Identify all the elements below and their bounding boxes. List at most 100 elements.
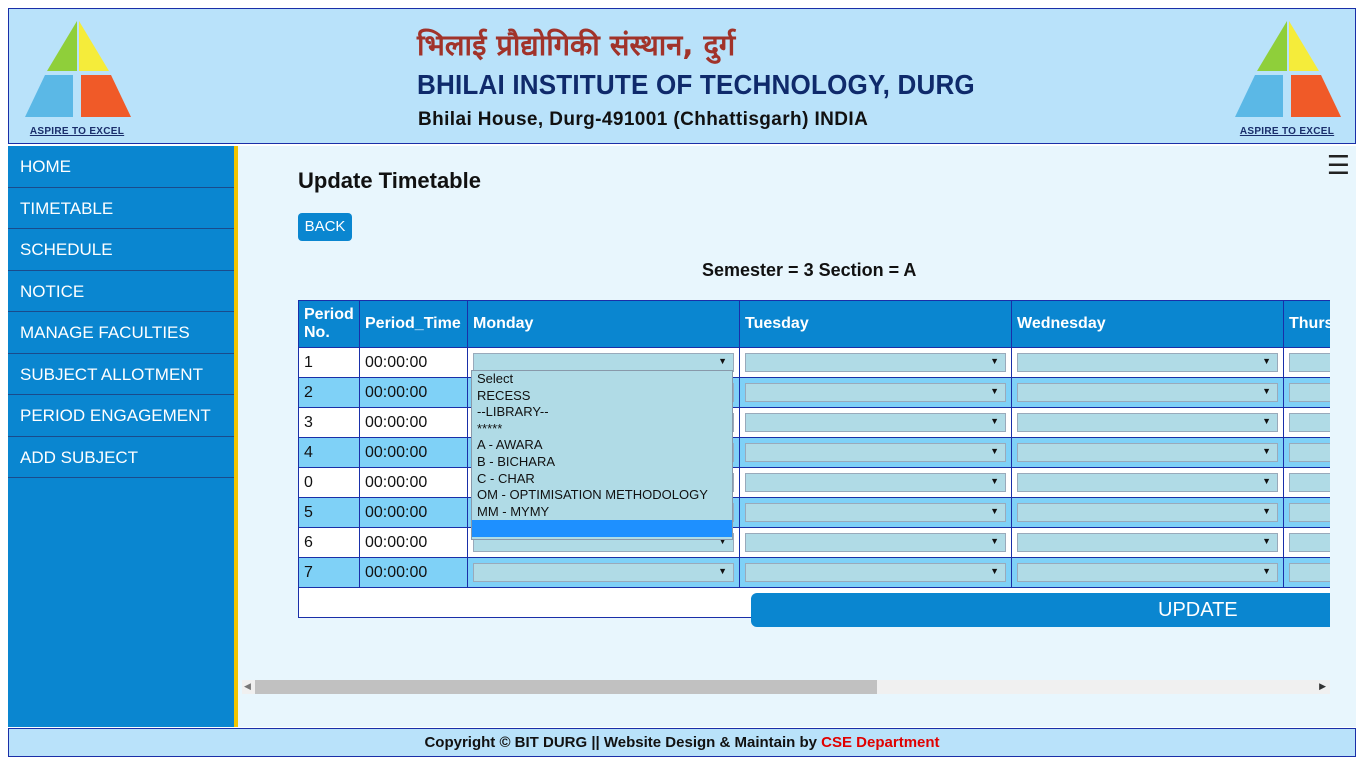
tuesday-subject-select[interactable]: ▼: [745, 473, 1006, 492]
period-no-cell: 4: [298, 437, 360, 468]
sidebar-item-manage-faculties[interactable]: MANAGE FACULTIES: [8, 312, 234, 354]
horizontal-scrollbar[interactable]: ◀ ▶: [242, 680, 1330, 694]
wednesday-cell: ▼: [1011, 437, 1284, 468]
subject-dropdown-list[interactable]: Select RECESS --LIBRARY-- ***** A - AWARA B -…: [471, 370, 733, 540]
chevron-down-icon: ▼: [718, 566, 727, 576]
tuesday-cell: ▼: [739, 437, 1012, 468]
table-row: 200:00:00▼▼▼▼: [298, 377, 1330, 408]
thursday-cell: ▼: [1283, 557, 1330, 588]
thursday-subject-select[interactable]: ▼: [1289, 353, 1330, 372]
dropdown-option[interactable]: C - CHAR: [472, 471, 732, 488]
sidebar-item-schedule[interactable]: SCHEDULE: [8, 229, 234, 271]
chevron-down-icon: ▼: [990, 506, 999, 516]
thursday-subject-select[interactable]: ▼: [1289, 563, 1330, 582]
table-row: 700:00:00 ▼ ▼ ▼ ▼: [298, 557, 1330, 588]
period-time-cell: 00:00:00: [359, 437, 468, 468]
col-header-period-no: Period No.: [298, 300, 360, 348]
dropdown-option[interactable]: RECESS: [472, 388, 732, 405]
dropdown-option[interactable]: B - BICHARA: [472, 454, 732, 471]
tuesday-subject-select[interactable]: ▼: [745, 443, 1006, 462]
thursday-subject-select[interactable]: ▼: [1289, 383, 1330, 402]
col-header-thursday: Thurs: [1283, 300, 1330, 348]
wednesday-subject-select[interactable]: ▼: [1017, 383, 1278, 402]
sidebar-item-home[interactable]: HOME: [8, 146, 234, 188]
site-header: ASPIRE TO EXCEL भिलाई प्रौद्योगिकी संस्थ…: [8, 8, 1356, 144]
tuesday-cell: ▼: [739, 377, 1012, 408]
timetable-container: Period No. Period_Time Monday Tuesday We…: [298, 300, 1330, 632]
sidebar-nav: HOME TIMETABLE SCHEDULE NOTICE MANAGE FA…: [8, 146, 238, 727]
wednesday-subject-select[interactable]: ▼: [1017, 473, 1278, 492]
period-time-cell: 00:00:00: [359, 527, 468, 558]
dropdown-option[interactable]: --LIBRARY--: [472, 404, 732, 421]
scroll-right-arrow-icon[interactable]: ▶: [1319, 681, 1326, 692]
dropdown-option[interactable]: *****: [472, 421, 732, 438]
wednesday-subject-select[interactable]: ▼: [1017, 563, 1278, 582]
period-time-cell: 00:00:00: [359, 497, 468, 528]
period-no-cell: 7: [298, 557, 360, 588]
tuesday-cell: ▼: [739, 407, 1012, 438]
dropdown-option[interactable]: A - AWARA: [472, 437, 732, 454]
timetable-table: Period No. Period_Time Monday Tuesday We…: [298, 300, 1330, 618]
period-time-cell: 00:00:00: [359, 467, 468, 498]
wednesday-subject-select[interactable]: ▼: [1017, 443, 1278, 462]
wednesday-cell: ▼: [1011, 497, 1284, 528]
tuesday-cell: ▼: [739, 557, 1012, 588]
tuesday-subject-select[interactable]: ▼: [745, 503, 1006, 522]
update-button[interactable]: UPDATE: [751, 593, 1330, 627]
tuesday-subject-select[interactable]: ▼: [745, 383, 1006, 402]
sidebar-item-add-subject[interactable]: ADD SUBJECT: [8, 437, 234, 478]
wednesday-cell: ▼: [1011, 377, 1284, 408]
monday-cell: ▼: [467, 557, 740, 588]
dropdown-option[interactable]: Select: [472, 371, 732, 388]
period-no-cell: 5: [298, 497, 360, 528]
table-row: 500:00:00▼▼▼▼: [298, 497, 1330, 528]
chevron-down-icon: ▼: [1262, 386, 1271, 396]
thursday-subject-select[interactable]: ▼: [1289, 413, 1330, 432]
thursday-cell: ▼: [1283, 407, 1330, 438]
wednesday-cell: ▼: [1011, 527, 1284, 558]
thursday-subject-select[interactable]: ▼: [1289, 443, 1330, 462]
sidebar-item-period-engagement[interactable]: PERIOD ENGAGEMENT: [8, 395, 234, 437]
main-content: ☰ Update Timetable BACK Semester = 3 Sec…: [238, 146, 1356, 727]
tuesday-subject-select[interactable]: ▼: [745, 563, 1006, 582]
wednesday-cell: ▼: [1011, 347, 1284, 378]
thursday-subject-select[interactable]: ▼: [1289, 533, 1330, 552]
wednesday-cell: ▼: [1011, 467, 1284, 498]
dropdown-option[interactable]: MM - MYMY: [472, 504, 732, 521]
thursday-subject-select[interactable]: ▼: [1289, 503, 1330, 522]
chevron-down-icon: ▼: [990, 536, 999, 546]
sidebar-item-subject-allotment[interactable]: SUBJECT ALLOTMENT: [8, 354, 234, 395]
scrollbar-thumb[interactable]: [255, 680, 877, 694]
period-no-cell: 3: [298, 407, 360, 438]
thursday-cell: ▼: [1283, 377, 1330, 408]
scroll-left-arrow-icon[interactable]: ◀: [244, 681, 251, 692]
tuesday-subject-select[interactable]: ▼: [745, 353, 1006, 372]
wednesday-subject-select[interactable]: ▼: [1017, 413, 1278, 432]
back-button[interactable]: BACK: [298, 213, 352, 241]
period-time-cell: 00:00:00: [359, 347, 468, 378]
thursday-subject-select[interactable]: ▼: [1289, 473, 1330, 492]
dropdown-option[interactable]: OM - OPTIMISATION METHODOLOGY: [472, 487, 732, 504]
sidebar-item-notice[interactable]: NOTICE: [8, 271, 234, 312]
dropdown-option[interactable]: [472, 520, 732, 537]
chevron-down-icon: ▼: [1262, 536, 1271, 546]
tuesday-subject-select[interactable]: ▼: [745, 533, 1006, 552]
period-no-cell: 1: [298, 347, 360, 378]
update-button-label: UPDATE: [1158, 599, 1238, 621]
tuesday-subject-select[interactable]: ▼: [745, 413, 1006, 432]
monday-subject-select[interactable]: ▼: [473, 563, 734, 582]
wednesday-subject-select[interactable]: ▼: [1017, 503, 1278, 522]
wednesday-subject-select[interactable]: ▼: [1017, 533, 1278, 552]
sidebar-item-timetable[interactable]: TIMETABLE: [8, 188, 234, 229]
hamburger-icon[interactable]: ☰: [1327, 152, 1350, 178]
tuesday-cell: ▼: [739, 467, 1012, 498]
table-row: 600:00:00▼▼▼▼: [298, 527, 1330, 558]
logo-caption-left: ASPIRE TO EXCEL: [29, 126, 125, 137]
footer-department-link[interactable]: CSE Department: [821, 734, 939, 751]
wednesday-cell: ▼: [1011, 407, 1284, 438]
chevron-down-icon: ▼: [1262, 476, 1271, 486]
wednesday-subject-select[interactable]: ▼: [1017, 353, 1278, 372]
semester-section-info: Semester = 3 Section = A: [702, 260, 917, 280]
col-header-tuesday: Tuesday: [739, 300, 1012, 348]
chevron-down-icon: ▼: [990, 446, 999, 456]
